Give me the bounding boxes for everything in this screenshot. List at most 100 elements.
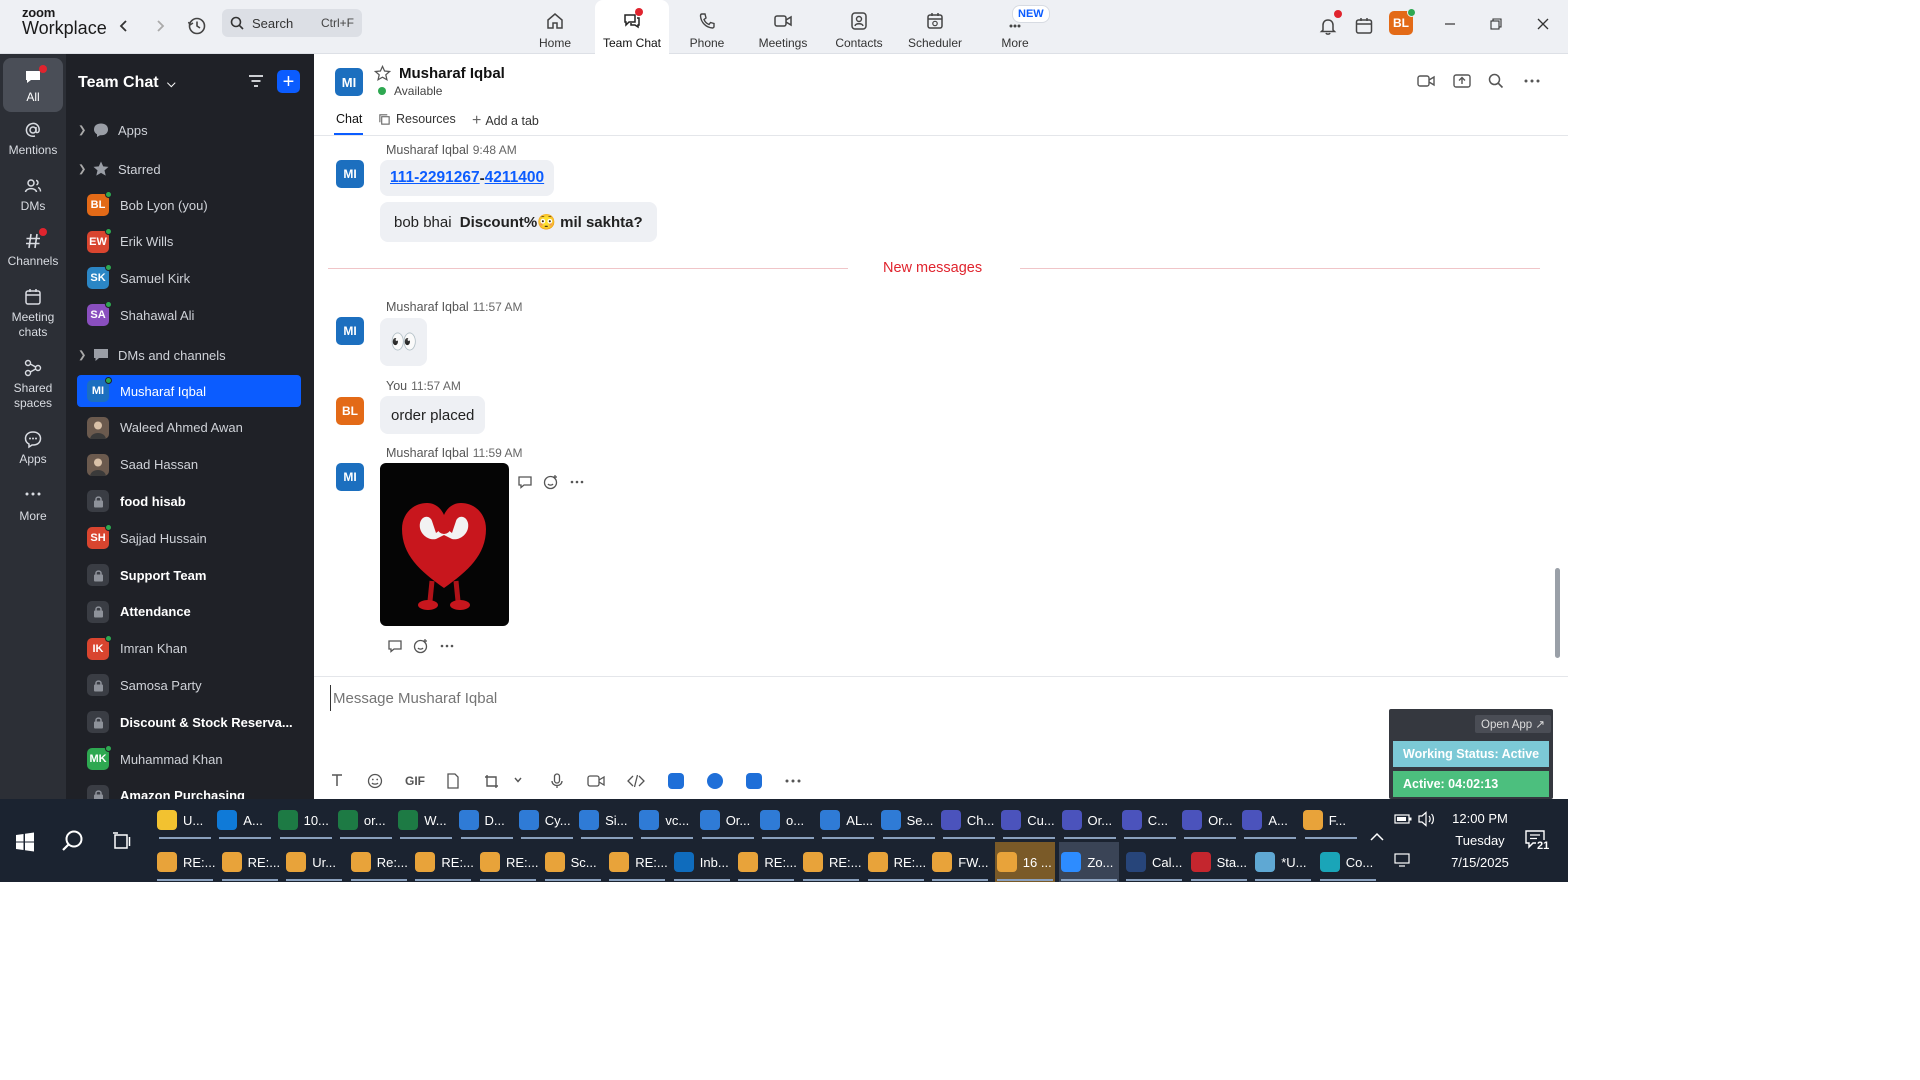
taskbar-app-button[interactable]: o... xyxy=(760,800,816,840)
open-app-button[interactable]: Open App ↗ xyxy=(1475,715,1551,733)
back-arrow-icon[interactable] xyxy=(111,13,137,39)
sidebar-chat-row[interactable]: Attendance xyxy=(77,596,301,628)
scrollbar-thumb[interactable] xyxy=(1555,568,1560,658)
calendar-check-icon[interactable] xyxy=(1351,13,1377,39)
taskbar-app-button[interactable]: A... xyxy=(217,800,273,840)
taskbar-app-button[interactable]: RE:... xyxy=(220,842,280,882)
taskbar-app-button[interactable]: Zo... xyxy=(1059,842,1120,882)
taskbar-app-button[interactable]: vc... xyxy=(639,800,695,840)
sidebar-chat-row[interactable]: Discount & Stock Reserva... xyxy=(77,706,301,738)
taskbar-app-button[interactable]: Co... xyxy=(1318,842,1378,882)
taskbar-app-button[interactable]: 10... xyxy=(277,800,334,840)
tab-team-chat[interactable]: Team Chat xyxy=(595,0,669,54)
rail-all[interactable]: All xyxy=(3,58,63,112)
taskbar-app-button[interactable]: Sc... xyxy=(543,842,603,882)
phone-link[interactable]: 4211400 xyxy=(485,169,545,187)
taskbar-app-button[interactable]: Cal... xyxy=(1124,842,1184,882)
taskbar-app-button[interactable]: Or... xyxy=(699,800,756,840)
filter-icon[interactable] xyxy=(247,72,265,90)
taskbar-app-button[interactable]: RE:... xyxy=(866,842,926,882)
search-icon[interactable] xyxy=(61,829,85,853)
rail-channels[interactable]: Channels xyxy=(3,228,63,269)
sidebar-chat-row[interactable]: Support Team xyxy=(77,559,301,591)
bell-icon[interactable] xyxy=(1315,10,1342,39)
taskbar-app-button[interactable]: D... xyxy=(458,800,515,840)
battery-icon[interactable] xyxy=(1394,813,1412,825)
tab-scheduler[interactable]: Scheduler xyxy=(898,0,972,54)
taskbar-app-button[interactable]: or... xyxy=(337,800,394,840)
contact-name[interactable]: Musharaf Iqbal xyxy=(399,65,505,82)
new-chat-button[interactable]: + xyxy=(277,70,300,93)
taskbar-app-button[interactable]: AL... xyxy=(820,800,876,840)
share-screen-icon[interactable] xyxy=(1452,72,1472,90)
taskbar-app-button[interactable]: F... xyxy=(1302,800,1359,840)
sender-avatar[interactable]: MI xyxy=(336,463,364,491)
taskbar-app-button[interactable]: RE:... xyxy=(607,842,667,882)
sidebar-chat-row[interactable]: Amazon Purchasing xyxy=(77,780,301,799)
phone-link[interactable]: 111-2291267 xyxy=(390,169,480,187)
reply-icon[interactable] xyxy=(387,638,403,654)
taskbar-app-button[interactable]: Ch... xyxy=(940,800,997,840)
taskbar-app-button[interactable]: Se... xyxy=(880,800,937,840)
rail-dms[interactable]: DMs xyxy=(3,176,63,214)
chevron-down-icon[interactable] xyxy=(513,775,523,785)
user-avatar[interactable]: BL xyxy=(1389,8,1416,35)
taskbar-app-button[interactable]: RE:... xyxy=(155,842,215,882)
rail-shared-spaces[interactable]: Shared spaces xyxy=(3,358,63,411)
taskbar-app-button[interactable]: Cy... xyxy=(518,800,575,840)
taskbar-app-button[interactable]: Ur... xyxy=(284,842,344,882)
video-call-icon[interactable] xyxy=(1416,72,1436,90)
taskbar-app-button[interactable]: W... xyxy=(398,800,454,840)
contact-avatar[interactable]: MI xyxy=(335,68,363,96)
taskbar-app-button[interactable]: FW... xyxy=(930,842,990,882)
file-icon[interactable] xyxy=(446,773,460,789)
sidebar-chat-row[interactable]: MI Musharaf Iqbal xyxy=(77,375,301,407)
heart-hands-image[interactable] xyxy=(380,463,509,626)
taskbar-app-button[interactable]: Cu... xyxy=(1001,800,1057,840)
chevron-up-icon[interactable] xyxy=(1370,832,1384,842)
taskbar-app-button[interactable]: Sta... xyxy=(1189,842,1249,882)
section-starred[interactable]: ❯ Starred xyxy=(78,159,161,179)
windows-start-icon[interactable] xyxy=(15,832,35,852)
app-integration-icon[interactable] xyxy=(746,773,762,789)
more-options-icon[interactable] xyxy=(1523,72,1541,90)
more-options-icon[interactable] xyxy=(439,638,455,654)
taskbar-app-button[interactable]: RE:... xyxy=(478,842,538,882)
add-tab-button[interactable]: + Add a tab xyxy=(472,112,539,130)
gif-button[interactable]: GIF xyxy=(405,774,425,788)
search-input[interactable]: Search Ctrl+F xyxy=(222,9,362,37)
restore-button[interactable] xyxy=(1486,14,1506,34)
taskbar-app-button[interactable]: Si... xyxy=(579,800,635,840)
system-clock[interactable]: 12:00 PM Tuesday 7/15/2025 xyxy=(1444,808,1516,874)
taskbar-app-button[interactable]: Re:... xyxy=(349,842,409,882)
taskbar-app-button[interactable]: C... xyxy=(1121,800,1178,840)
app-integration-icon[interactable] xyxy=(668,773,684,789)
taskbar-app-button[interactable]: Or... xyxy=(1182,800,1238,840)
star-icon[interactable] xyxy=(374,65,391,82)
close-button[interactable] xyxy=(1533,14,1553,34)
app-integration-icon[interactable] xyxy=(707,773,723,789)
taskbar-app-button[interactable]: Inb... xyxy=(672,842,732,882)
taskbar-app-button[interactable]: RE:... xyxy=(413,842,473,882)
sidebar-title[interactable]: Team Chat ⌵ xyxy=(78,74,175,92)
sidebar-chat-row[interactable]: SA Shahawal Ali xyxy=(77,299,301,331)
code-icon[interactable] xyxy=(627,773,645,789)
minimize-button[interactable] xyxy=(1440,14,1460,34)
taskbar-app-button[interactable]: RE:... xyxy=(801,842,861,882)
rail-apps[interactable]: Apps xyxy=(3,429,63,467)
sender-avatar[interactable]: MI xyxy=(336,317,364,345)
sidebar-chat-row[interactable]: SK Samuel Kirk xyxy=(77,262,301,294)
sidebar-chat-row[interactable]: food hisab xyxy=(77,485,301,517)
tab-chat[interactable]: Chat xyxy=(336,112,362,126)
sidebar-chat-row[interactable]: IK Imran Khan xyxy=(77,633,301,665)
sidebar-chat-row[interactable]: MK Muhammad Khan xyxy=(77,743,301,775)
notification-center[interactable]: 21 xyxy=(1524,829,1551,852)
taskbar-app-button[interactable]: A... xyxy=(1242,800,1298,840)
tab-resources[interactable]: Resources xyxy=(378,112,456,126)
section-apps[interactable]: ❯ Apps xyxy=(78,120,148,140)
tab-contacts[interactable]: Contacts xyxy=(822,0,896,54)
sidebar-chat-row[interactable]: BL Bob Lyon (you) xyxy=(77,189,301,221)
taskbar-app-button[interactable]: U... xyxy=(157,800,213,840)
taskbar-app-button[interactable]: Or... xyxy=(1061,800,1118,840)
more-options-icon[interactable] xyxy=(569,474,585,490)
